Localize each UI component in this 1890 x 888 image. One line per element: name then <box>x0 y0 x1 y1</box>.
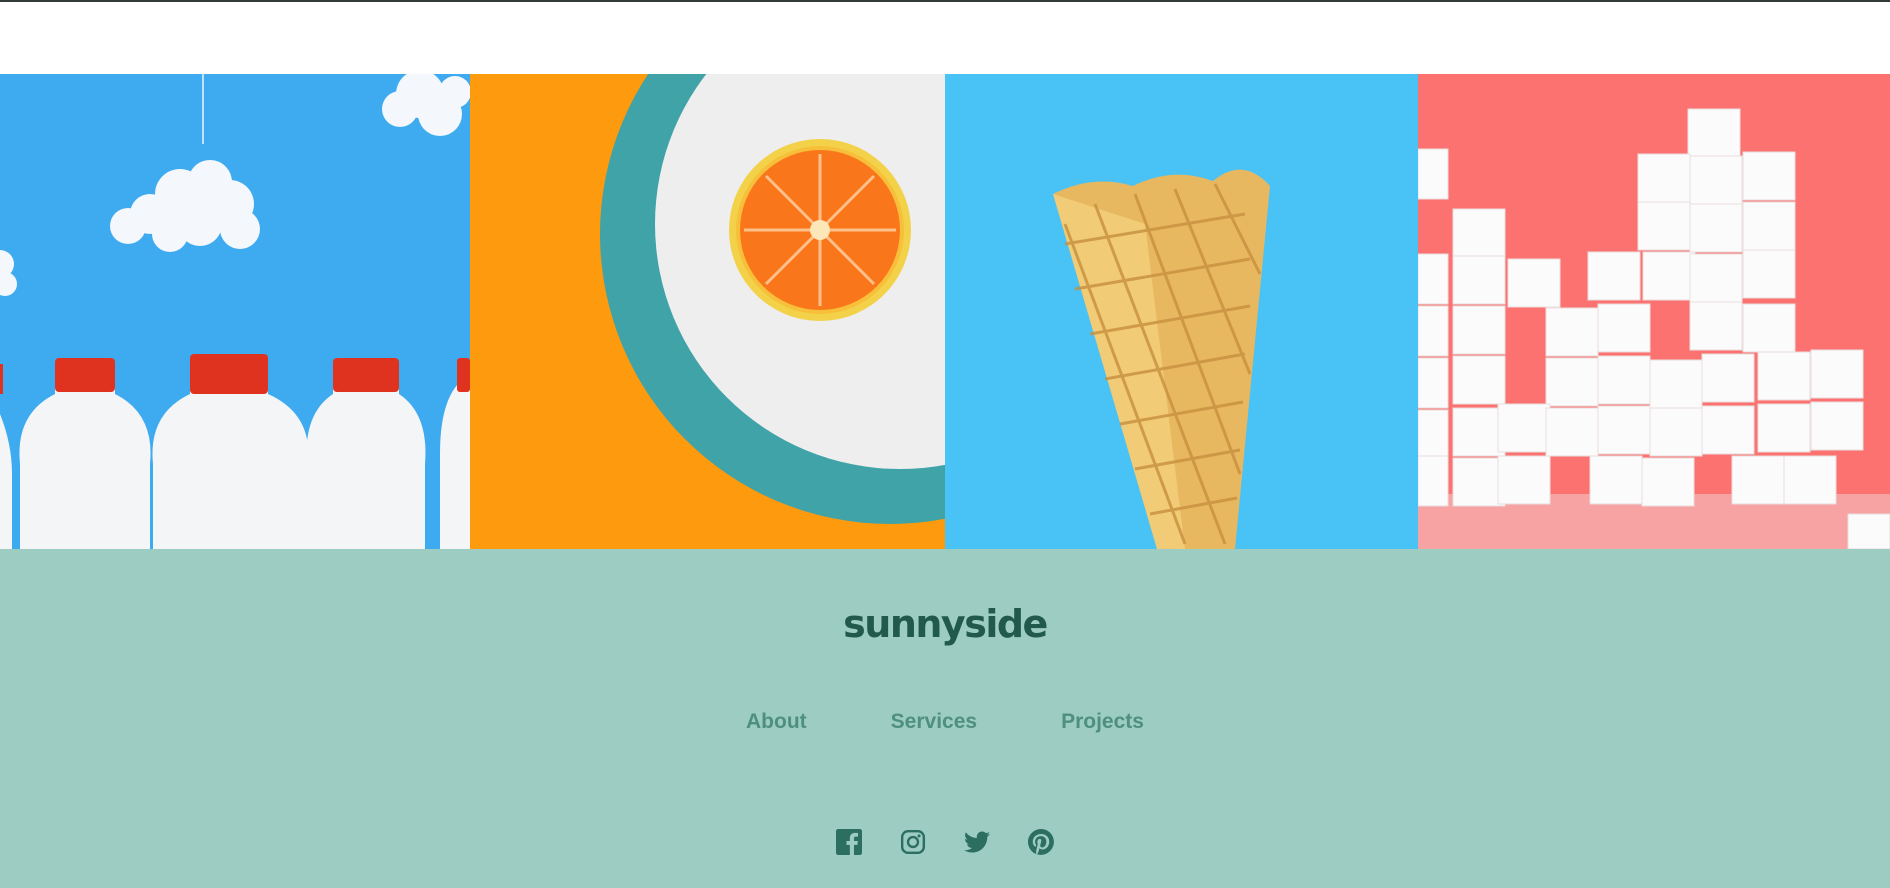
footer-link-projects[interactable]: Projects <box>1061 710 1144 734</box>
top-border <box>0 0 1890 2</box>
gallery-image-orange-plate <box>470 74 945 549</box>
gallery-image-ice-cream-cone <box>945 74 1418 549</box>
facebook-icon[interactable] <box>834 827 864 857</box>
instagram-icon[interactable] <box>898 827 928 857</box>
footer-link-services[interactable]: Services <box>891 710 977 734</box>
pinterest-icon[interactable] <box>1026 827 1056 857</box>
footer-nav: About Services Projects <box>0 710 1890 734</box>
gallery-image-sugar-cubes <box>1418 74 1890 549</box>
gallery-image-milk-bottles <box>0 74 470 549</box>
image-gallery <box>0 74 1890 549</box>
footer-logo[interactable]: sunnyside <box>0 602 1890 646</box>
twitter-icon[interactable] <box>962 827 992 857</box>
footer-link-about[interactable]: About <box>746 710 807 734</box>
social-links <box>0 827 1890 857</box>
site-footer: sunnyside About Services Projects <box>0 549 1890 888</box>
